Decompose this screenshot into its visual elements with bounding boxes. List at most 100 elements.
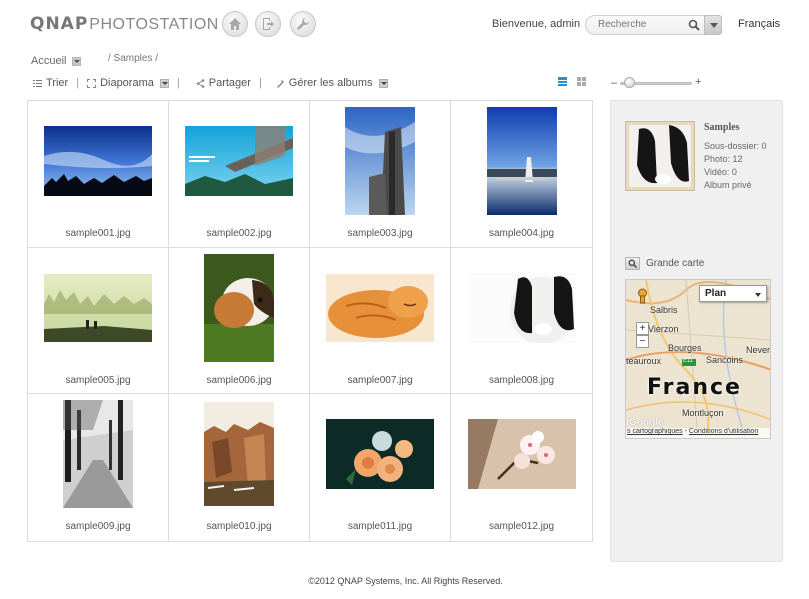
photo-filename: sample003.jpg — [347, 228, 413, 239]
photo-filename: sample010.jpg — [206, 521, 272, 533]
photo-filename: sample009.jpg — [65, 521, 131, 533]
search-box[interactable] — [585, 15, 705, 35]
map-road-label: E11 — [683, 358, 694, 364]
map-terms-link[interactable]: Conditions d'utilisation — [689, 428, 758, 435]
manage-albums-button[interactable]: Gérer les albums — [276, 77, 388, 89]
photo-filename: sample002.jpg — [206, 228, 272, 239]
share-icon — [196, 78, 205, 88]
sort-button[interactable]: Trier — [33, 77, 68, 89]
map-zoom-out-button[interactable]: − — [636, 335, 649, 348]
photo-filename: sample011.jpg — [347, 521, 413, 533]
magnifier-icon — [628, 259, 637, 268]
album-cover-image — [629, 125, 691, 187]
sort-label[interactable]: Trier — [46, 77, 68, 89]
photo-thumbnail[interactable] — [486, 107, 557, 215]
photo-thumbnail[interactable] — [345, 107, 415, 215]
language-selector[interactable]: Français — [738, 18, 780, 30]
photo-cell[interactable]: sample003.jpg — [310, 101, 451, 248]
photo-cell[interactable]: sample008.jpg — [451, 248, 592, 395]
map-city: Sancoins — [706, 355, 744, 365]
share-label[interactable]: Partager — [209, 77, 251, 89]
album-cover[interactable] — [625, 121, 695, 191]
photo-thumbnail[interactable] — [204, 402, 274, 507]
big-map-label[interactable]: Grande carte — [646, 258, 704, 269]
photo-cell[interactable]: sample009.jpg — [28, 394, 169, 541]
zoom-slider-handle[interactable] — [623, 77, 635, 88]
photo-cell[interactable]: sample010.jpg — [169, 394, 310, 541]
album-photo-count: Photo: 12 — [704, 154, 743, 164]
photo-thumbnail[interactable] — [326, 273, 434, 342]
photo-filename: sample012.jpg — [488, 521, 555, 533]
map-city: Salbris — [650, 305, 678, 315]
grid-view-icon[interactable] — [577, 77, 586, 86]
settings-button[interactable] — [290, 11, 316, 37]
map-city: Montluçon — [682, 408, 724, 418]
home-icon — [229, 18, 241, 30]
photo-filename: sample007.jpg — [347, 374, 413, 386]
photo-thumbnail[interactable] — [44, 126, 152, 196]
breadcrumb-home-label[interactable]: Accueil — [31, 55, 66, 67]
slideshow-label[interactable]: Diaporama — [100, 77, 154, 89]
photo-thumbnail[interactable] — [467, 419, 576, 490]
photo-thumbnail[interactable] — [467, 272, 576, 343]
logo-product: PHOTOSTATION — [89, 16, 219, 33]
breadcrumb-home[interactable]: Accueil — [31, 55, 82, 67]
map-city: Bourges — [668, 343, 702, 353]
photo-cell[interactable]: sample011.jpg — [310, 394, 451, 541]
toolbar-separator: | — [258, 77, 262, 89]
zoom-in-label[interactable]: + — [695, 76, 701, 88]
big-map-link[interactable]: Grande carte — [625, 257, 704, 270]
photo-cell[interactable]: sample002.jpg — [169, 101, 310, 248]
home-button[interactable] — [222, 11, 248, 37]
album-name: Samples — [704, 122, 740, 133]
location-map[interactable]: + − Plan Salbris Vierzon Bourges Sancoin… — [625, 279, 771, 439]
photo-cell[interactable]: sample004.jpg — [451, 101, 592, 248]
toolbar-separator: | — [176, 77, 180, 89]
album-privacy: Album privé — [704, 180, 752, 190]
slideshow-dropdown[interactable] — [159, 78, 169, 88]
photo-cell[interactable]: sample005.jpg — [28, 247, 169, 395]
manage-albums-dropdown[interactable] — [378, 78, 388, 88]
slideshow-button[interactable]: Diaporama — [87, 77, 169, 89]
album-subfolders: Sous-dossier: 0 — [704, 141, 767, 151]
map-city: teauroux — [626, 356, 662, 366]
photo-cell[interactable]: sample001.jpg — [28, 101, 169, 248]
manage-albums-label[interactable]: Gérer les albums — [289, 77, 373, 89]
photo-cell[interactable]: sample006.jpg — [169, 247, 310, 395]
toolbar: Trier | Diaporama | Partager | Gérer les… — [33, 77, 388, 89]
list-view-icon[interactable] — [558, 77, 567, 86]
slideshow-icon — [87, 78, 97, 88]
photo-filename: sample004.jpg — [488, 228, 555, 239]
map-country-label: France — [647, 375, 742, 400]
big-map-button[interactable] — [625, 257, 640, 270]
map-attribution: s cartographiques - Conditions d'utilisa… — [626, 428, 770, 438]
photo-thumbnail[interactable] — [44, 273, 152, 342]
photo-thumbnail[interactable] — [63, 400, 133, 509]
search-options-dropdown[interactable] — [704, 15, 722, 35]
breadcrumb-dropdown[interactable] — [72, 56, 82, 66]
search-icon[interactable] — [688, 19, 700, 31]
photo-filename: sample005.jpg — [65, 374, 131, 386]
album-info-panel: Samples Sous-dossier: 0 Photo: 12 Vidéo:… — [610, 100, 783, 562]
album-details: Sous-dossier: 0 Photo: 12 Vidéo: 0 Album… — [704, 140, 767, 192]
wrench-icon — [297, 18, 309, 30]
photo-thumbnail[interactable] — [204, 253, 274, 362]
breadcrumb-path[interactable]: / Samples / — [108, 53, 158, 64]
sort-icon — [33, 79, 42, 87]
search-input[interactable] — [598, 19, 683, 30]
logout-button[interactable] — [255, 11, 281, 37]
photo-cell[interactable]: sample007.jpg — [310, 247, 451, 395]
copyright-footer: ©2012 QNAP Systems, Inc. All Rights Rese… — [308, 576, 503, 586]
google-logo: Google — [629, 417, 664, 428]
photo-grid: sample001.jpg sample002.jpg sample003.jp… — [27, 100, 593, 542]
welcome-text: Bienvenue, admin — [492, 18, 581, 30]
photo-thumbnail[interactable] — [326, 419, 434, 490]
zoom-out-label[interactable]: – — [611, 77, 617, 89]
map-data-link[interactable]: s cartographiques — [627, 428, 683, 435]
map-city: Vierzon — [648, 324, 679, 334]
map-type-select[interactable]: Plan — [699, 285, 767, 302]
photo-thumbnail[interactable] — [185, 126, 293, 196]
share-button[interactable]: Partager — [196, 77, 251, 89]
photo-cell[interactable]: sample012.jpg — [451, 394, 592, 541]
toolbar-separator: | — [76, 77, 80, 89]
